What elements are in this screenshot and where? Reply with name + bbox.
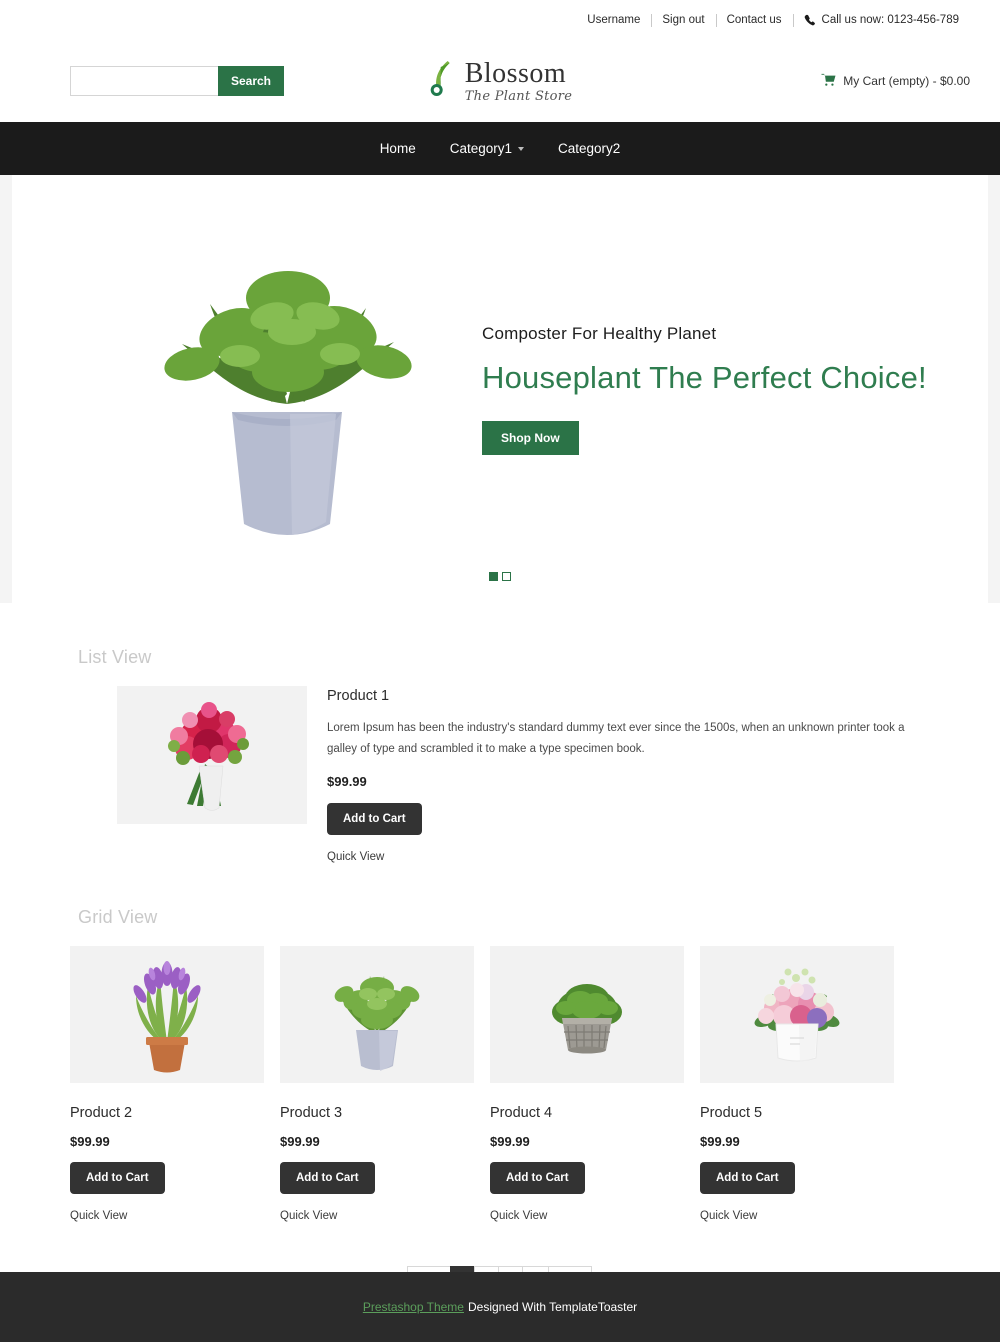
search-form: Search	[70, 66, 284, 96]
username-link[interactable]: Username	[576, 13, 651, 27]
contact-us-link[interactable]: Contact us	[715, 13, 793, 27]
hero-copy: Composter For Healthy Planet Houseplant …	[482, 324, 927, 455]
product-image-product-2[interactable]	[70, 945, 264, 1083]
nav-item-category2[interactable]: Category2	[541, 141, 637, 156]
product-price: $99.99	[490, 1133, 530, 1149]
site-footer: Prestashop Theme Designed With TemplateT…	[0, 1272, 1000, 1342]
product-image-product-3[interactable]	[280, 945, 474, 1083]
quick-view-link[interactable]: Quick View	[70, 1210, 264, 1222]
call-us-info: Call us now: 0123-456-789	[792, 13, 970, 27]
add-to-cart-button[interactable]: Add to Cart	[327, 802, 422, 835]
product-card-product-3: Product 3 $99.99 Add to Cart Quick View	[280, 945, 474, 1222]
cart-text: My Cart (empty) - $0.00	[843, 74, 970, 88]
chevron-down-icon	[518, 146, 524, 151]
product-image-product-5[interactable]	[700, 945, 894, 1083]
carousel-dot-1[interactable]	[489, 572, 498, 581]
quick-view-link[interactable]: Quick View	[327, 851, 930, 863]
quick-view-link[interactable]: Quick View	[700, 1210, 894, 1222]
product-card-product-4: Product 4 $99.99 Add to Cart Quick View	[490, 945, 684, 1222]
leaf-logo-icon	[428, 59, 458, 104]
hero-subtitle: Composter For Healthy Planet	[482, 323, 717, 343]
shop-now-button[interactable]: Shop Now	[482, 420, 579, 455]
site-header: Search Blossom The Plant Store My Cart (…	[0, 40, 1000, 122]
product-price: $99.99	[70, 1133, 110, 1149]
hero-title: Houseplant The Perfect Choice!	[482, 359, 927, 395]
list-view-product-row: Product 1 Lorem Ipsum has been the indus…	[70, 686, 930, 863]
nav-item-category1[interactable]: Category1	[433, 141, 541, 156]
nav-item-label: Home	[379, 141, 416, 156]
product-info-product-1: Product 1 Lorem Ipsum has been the indus…	[327, 686, 930, 863]
phone-number-text: Call us now: 0123-456-789	[821, 14, 959, 26]
product-name: Product 3	[280, 1104, 343, 1121]
product-name: Product 1	[327, 688, 390, 704]
grid-view-products: Product 2 $99.99 Add to Cart Quick View	[70, 945, 930, 1222]
footer-theme-link[interactable]: Prestashop Theme	[363, 1300, 464, 1314]
product-card-product-5: Product 5 $99.99 Add to Cart Quick View	[700, 945, 894, 1222]
top-utility-bar: Username Sign out Contact us Call us now…	[0, 0, 1000, 40]
product-image-product-4[interactable]	[490, 945, 684, 1083]
logo-subtitle: The Plant Store	[464, 88, 573, 104]
footer-text: Designed With TemplateToaster	[467, 1300, 638, 1314]
sign-out-link[interactable]: Sign out	[651, 13, 715, 27]
product-name: Product 5	[700, 1104, 763, 1121]
product-image-product-1[interactable]	[117, 686, 307, 824]
search-button[interactable]: Search	[218, 66, 284, 96]
main-content: List View Product 1 Lorem Ipsum has been…	[0, 647, 1000, 1342]
shopping-cart-icon	[821, 73, 836, 90]
product-name: Product 4	[490, 1104, 553, 1121]
logo-text-block: Blossom The Plant Store	[464, 57, 573, 104]
product-price: $99.99	[327, 773, 367, 789]
logo-title: Blossom	[464, 57, 567, 89]
product-description: Lorem Ipsum has been the industry's stan…	[327, 722, 905, 756]
hero-carousel: Composter For Healthy Planet Houseplant …	[12, 175, 988, 603]
product-card-product-2: Product 2 $99.99 Add to Cart Quick View	[70, 945, 264, 1222]
main-navigation: Home Category1 Category2	[0, 122, 1000, 175]
quick-view-link[interactable]: Quick View	[280, 1210, 474, 1222]
grid-view-heading: Grid View	[78, 906, 158, 927]
site-logo[interactable]: Blossom The Plant Store	[428, 59, 573, 104]
cart-summary[interactable]: My Cart (empty) - $0.00	[821, 73, 970, 90]
phone-icon	[804, 14, 816, 26]
nav-item-home[interactable]: Home	[363, 141, 433, 156]
product-name: Product 2	[70, 1104, 133, 1121]
product-price: $99.99	[280, 1133, 320, 1149]
add-to-cart-button[interactable]: Add to Cart	[490, 1161, 585, 1194]
add-to-cart-button[interactable]: Add to Cart	[70, 1161, 165, 1194]
nav-item-label: Category2	[558, 141, 621, 156]
product-price: $99.99	[700, 1133, 740, 1149]
carousel-indicators	[489, 572, 511, 581]
search-input[interactable]	[70, 66, 218, 96]
page: Username Sign out Contact us Call us now…	[0, 0, 1000, 1342]
quick-view-link[interactable]: Quick View	[490, 1210, 684, 1222]
hero-section-wrapper: Composter For Healthy Planet Houseplant …	[0, 175, 1000, 603]
nav-item-label: Category1	[449, 141, 512, 156]
add-to-cart-button[interactable]: Add to Cart	[280, 1161, 375, 1194]
carousel-dot-2[interactable]	[502, 572, 511, 581]
add-to-cart-button[interactable]: Add to Cart	[700, 1161, 795, 1194]
hero-plant-image	[122, 224, 452, 554]
list-view-heading: List View	[78, 647, 152, 667]
